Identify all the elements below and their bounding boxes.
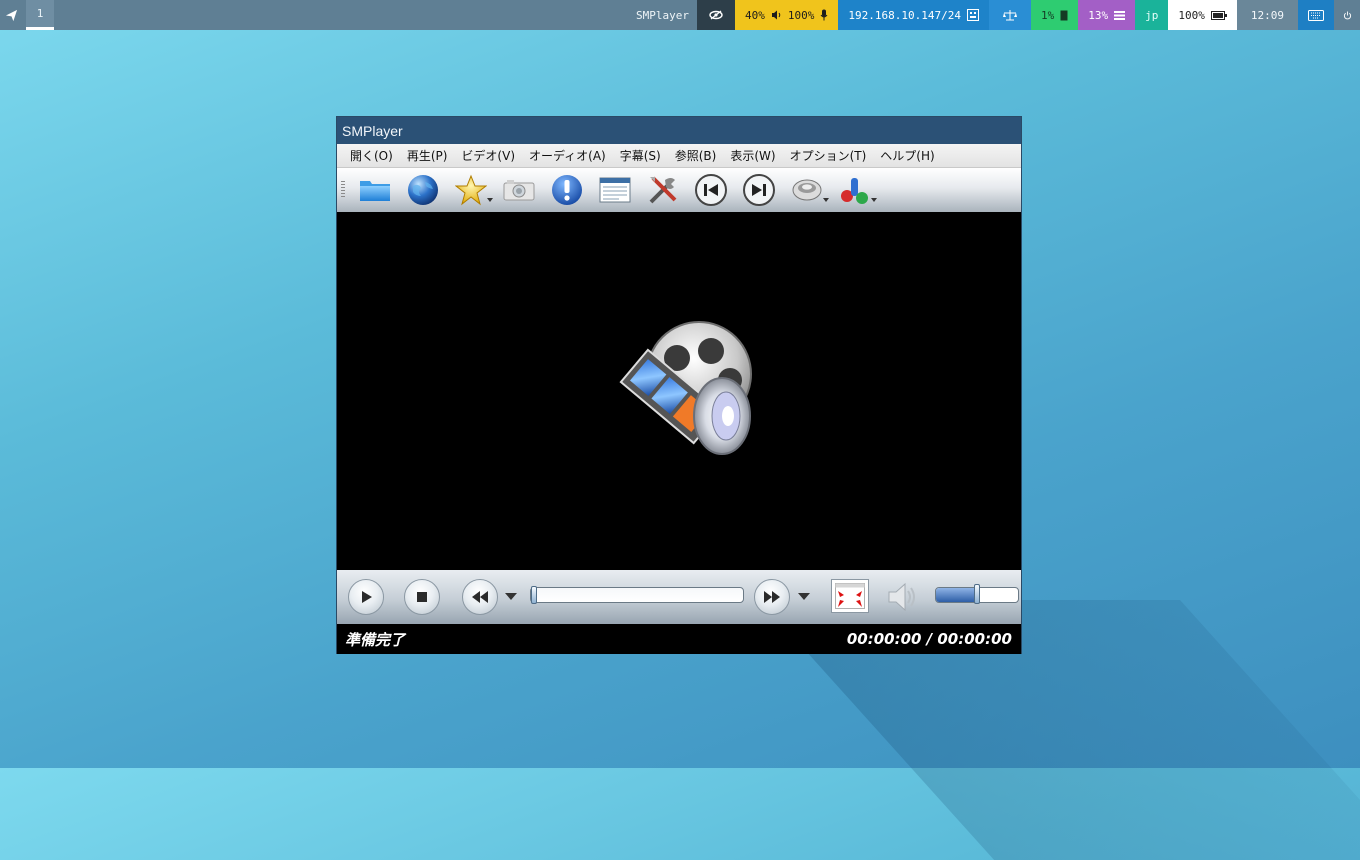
seek-handle[interactable] [531,586,537,604]
mic-percent: 100% [787,8,815,22]
volume-handle[interactable] [974,584,980,604]
status-message: 準備完了 [345,630,406,649]
stop-icon [417,592,427,602]
subtitles-button[interactable] [835,172,877,208]
info-button[interactable] [547,172,587,208]
open-url-icon [408,175,438,205]
video-area[interactable] [337,212,1021,570]
battery-block[interactable]: 100% [1168,0,1237,30]
chevron-down-icon[interactable] [823,198,829,202]
menu-browse[interactable]: 参照(B) [668,147,724,164]
keyboard-layout[interactable]: jp [1135,0,1169,30]
playback-controls [337,570,1021,624]
volume-percent: 40% [745,8,765,22]
memory-icon [1114,11,1126,20]
memory-block[interactable]: 13% [1078,0,1136,30]
next-icon [743,174,775,206]
info-icon [552,175,582,205]
play-icon [362,591,372,603]
favorites-icon [455,174,487,206]
previous-button[interactable] [691,172,731,208]
open-folder-icon [360,181,390,201]
workspace-indicator[interactable]: 1 [26,0,54,30]
chevron-down-icon[interactable] [505,593,517,600]
battery-percent: 100% [1178,8,1205,22]
subtitles-icon [841,178,868,204]
audio-track-button[interactable] [787,172,829,208]
network-block[interactable]: 192.168.10.147/24 [838,0,989,30]
ip-address: 192.168.10.147/24 [848,8,961,22]
power-icon [1343,10,1351,19]
menu-play[interactable]: 再生(P) [400,147,455,164]
balance-icon [1003,10,1017,21]
main-toolbar [337,168,1021,212]
ethernet-icon [967,9,979,21]
window-titlebar[interactable]: SMPlayer [337,117,1021,144]
cpu-percent: 1% [1041,8,1055,22]
speaker-icon [771,10,781,20]
chevron-down-icon[interactable] [487,198,493,202]
mute-button[interactable] [884,579,920,615]
status-bar: 準備完了 00:00:00 / 00:00:00 [337,624,1021,654]
chevron-down-icon[interactable] [798,593,810,600]
cpu-block[interactable]: 1% [1031,0,1079,30]
playlist-button[interactable] [595,172,635,208]
rewind-icon [472,591,488,603]
menu-bar: 開く(O) 再生(P) ビデオ(V) オーディオ(A) 字幕(S) 参照(B) … [337,144,1021,168]
launcher-button[interactable] [0,0,22,30]
preferences-button[interactable] [643,172,683,208]
playlist-icon [599,177,631,203]
power-button[interactable] [1334,0,1360,30]
memory-percent: 13% [1088,8,1109,22]
balance-button[interactable] [989,0,1031,30]
menu-help[interactable]: ヘルプ(H) [873,147,941,164]
visibility-toggle[interactable] [697,0,736,30]
smplayer-window: SMPlayer 開く(O) 再生(P) ビデオ(V) オーディオ(A) 字幕(… [336,116,1022,654]
open-url-button[interactable] [403,172,443,208]
previous-icon [695,174,727,206]
microphone-icon [821,9,828,21]
smplayer-logo-icon [619,321,752,455]
seek-bar[interactable] [530,586,744,604]
eye-icon [709,10,723,20]
send-icon [5,9,17,21]
battery-icon [1210,10,1227,20]
menu-audio[interactable]: オーディオ(A) [522,147,613,164]
preferences-icon [649,176,677,204]
rewind-button[interactable] [462,579,498,615]
audio-track-icon [792,179,822,201]
time-display: 00:00:00 / 00:00:00 [846,630,1012,648]
next-button[interactable] [739,172,779,208]
window-title: SMPlayer [342,122,403,139]
open-file-button[interactable] [355,172,395,208]
screenshot-icon [503,180,535,201]
cpu-icon [1060,10,1068,20]
clock[interactable]: 12:09 [1236,0,1298,30]
fullscreen-icon [835,583,865,609]
top-panel: 1 SMPlayer 40% 100% 192.168.10.147/24 1%… [0,0,1360,30]
play-button[interactable] [348,579,384,615]
keyboard-icon [1308,9,1324,21]
favorites-button[interactable] [451,172,493,208]
menu-view[interactable]: 表示(W) [723,147,782,164]
keyboard-button[interactable] [1298,0,1334,30]
menu-subtitles[interactable]: 字幕(S) [613,147,668,164]
menu-video[interactable]: ビデオ(V) [454,147,522,164]
fullscreen-button[interactable] [831,579,869,613]
forward-icon [764,591,780,603]
audio-block[interactable]: 40% 100% [735,0,839,30]
volume-icon [888,582,915,612]
volume-fill [936,588,977,602]
screenshot-button[interactable] [499,172,539,208]
menu-options[interactable]: オプション(T) [783,147,874,164]
focused-window-title: SMPlayer [636,8,690,22]
menu-open[interactable]: 開く(O) [343,147,400,164]
chevron-down-icon[interactable] [871,198,877,202]
toolbar-grip[interactable] [341,181,345,199]
forward-button[interactable] [754,579,790,615]
stop-button[interactable] [404,579,440,615]
